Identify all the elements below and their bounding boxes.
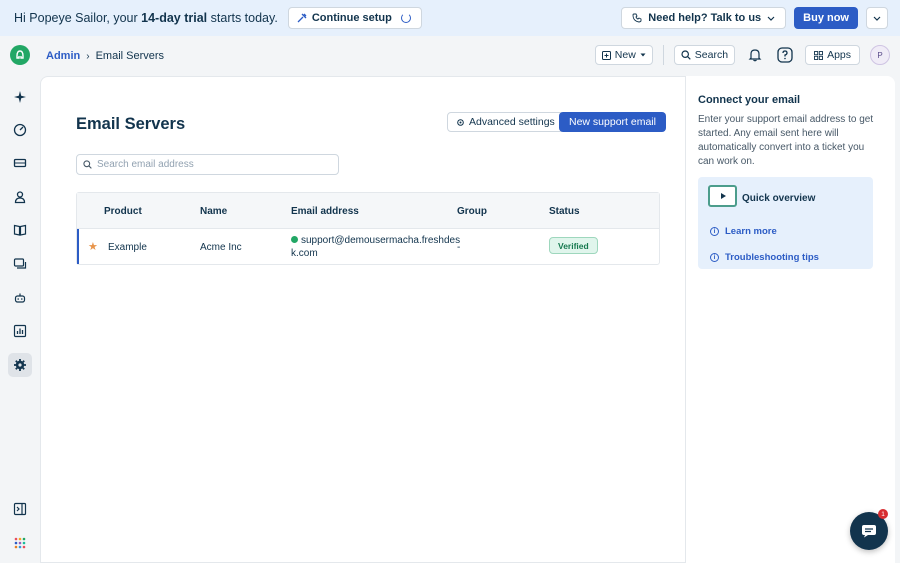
help-resources-box: Quick overview i Learn more i Troublesho… xyxy=(698,177,873,269)
search-icon xyxy=(83,160,92,169)
advanced-settings-button[interactable]: Advanced settings xyxy=(447,112,564,132)
learn-more-link[interactable]: i Learn more xyxy=(710,226,777,237)
column-header-name: Name xyxy=(200,206,228,217)
tickets-icon[interactable] xyxy=(8,151,32,175)
chat-badge-count: 1 xyxy=(881,510,885,518)
avatar-initial: P xyxy=(877,50,883,60)
dashboard-icon[interactable] xyxy=(8,118,32,142)
talk-to-us-button[interactable]: Need help? Talk to us xyxy=(621,7,787,29)
talk-to-us-label: Need help? Talk to us xyxy=(648,12,762,24)
breadcrumb-current: Email Servers xyxy=(95,50,165,62)
cell-name: Acme Inc xyxy=(200,242,242,253)
caret-down-icon xyxy=(640,53,646,57)
info-icon: i xyxy=(710,227,719,236)
chevron-down-icon xyxy=(767,16,775,21)
column-header-email: Email address xyxy=(291,206,359,217)
global-search-button[interactable]: Search xyxy=(673,45,736,65)
trial-banner: Hi Popeye Sailor, your 14-day trial star… xyxy=(0,0,900,36)
column-header-product: Product xyxy=(104,206,142,217)
contacts-icon[interactable] xyxy=(8,185,32,209)
primary-star-icon: ★ xyxy=(88,241,98,253)
help-panel-title: Connect your email xyxy=(698,94,801,106)
continue-setup-label: Continue setup xyxy=(311,12,392,24)
help-panel: Connect your email Enter your support em… xyxy=(685,76,895,563)
breadcrumb-separator: › xyxy=(86,50,90,62)
cell-product: Example xyxy=(108,242,147,253)
search-email-input[interactable] xyxy=(97,159,317,170)
setup-icon xyxy=(297,13,307,23)
quick-overview-link[interactable]: Quick overview xyxy=(742,193,815,204)
greeting-suffix: starts today. xyxy=(207,11,278,25)
phone-icon xyxy=(632,13,642,23)
new-button[interactable]: New xyxy=(594,45,653,65)
column-header-group: Group xyxy=(457,206,487,217)
notifications-bell-icon[interactable] xyxy=(745,45,765,65)
new-support-email-button[interactable]: New support email xyxy=(559,112,666,132)
help-icon[interactable] xyxy=(775,45,795,65)
email-search-box xyxy=(76,154,339,175)
admin-gear-icon[interactable] xyxy=(8,353,32,377)
buy-now-label: Buy now xyxy=(803,12,849,24)
apps-button[interactable]: Apps xyxy=(805,45,860,65)
expand-panel-icon[interactable] xyxy=(8,497,32,521)
troubleshooting-tips-link[interactable]: i Troubleshooting tips xyxy=(710,252,819,263)
chevron-down-icon xyxy=(873,16,881,21)
header-bar: Admin › Email Servers New Search Apps P xyxy=(40,36,900,76)
learn-more-label: Learn more xyxy=(725,226,777,237)
chat-bubble-icon xyxy=(862,525,876,538)
cell-group: - xyxy=(457,242,461,253)
cell-email: support@demousermacha.freshdes k.com xyxy=(291,234,460,260)
help-panel-description: Enter your support email address to get … xyxy=(698,114,874,167)
status-badge-label: Verified xyxy=(558,240,589,251)
apps-grid-icon xyxy=(814,50,824,60)
user-avatar[interactable]: P xyxy=(870,45,890,65)
continue-setup-button[interactable]: Continue setup xyxy=(287,7,422,29)
table-row[interactable]: ★ Example Acme Inc support@demousermacha… xyxy=(77,229,659,264)
gear-icon xyxy=(457,118,464,126)
loading-spinner-icon xyxy=(400,13,411,23)
plus-square-icon xyxy=(601,50,611,60)
search-button-label: Search xyxy=(694,49,729,61)
header-divider xyxy=(662,45,664,65)
breadcrumb: Admin › Email Servers xyxy=(46,50,164,62)
trial-message: Hi Popeye Sailor, your 14-day trial star… xyxy=(14,11,278,25)
bot-icon[interactable] xyxy=(8,286,32,310)
buy-now-button[interactable]: Buy now xyxy=(794,7,858,29)
status-badge: Verified xyxy=(549,237,598,254)
search-icon xyxy=(681,50,691,60)
greeting-prefix: Hi Popeye Sailor, your xyxy=(14,11,142,25)
reports-icon[interactable] xyxy=(8,319,32,343)
email-servers-table: Product Name Email address Group Status … xyxy=(76,192,660,265)
left-navigation xyxy=(0,36,40,563)
breadcrumb-admin-link[interactable]: Admin xyxy=(46,50,80,62)
page-title: Email Servers xyxy=(76,115,186,133)
sparkle-icon[interactable] xyxy=(8,85,32,109)
main-content: Email Servers Advanced settings New supp… xyxy=(40,76,685,563)
product-grid-icon[interactable] xyxy=(8,531,32,555)
new-button-label: New xyxy=(614,49,636,61)
table-header: Product Name Email address Group Status xyxy=(77,193,659,229)
freshdesk-logo[interactable] xyxy=(10,45,30,65)
info-icon: i xyxy=(710,253,719,262)
trial-duration: 14-day trial xyxy=(141,11,208,25)
video-play-icon[interactable] xyxy=(708,185,737,207)
email-line-2: k.com xyxy=(291,248,318,259)
apps-button-label: Apps xyxy=(827,49,851,61)
forums-icon[interactable] xyxy=(8,252,32,276)
troubleshooting-tips-label: Troubleshooting tips xyxy=(725,252,819,263)
column-header-status: Status xyxy=(549,206,580,217)
new-support-email-label: New support email xyxy=(569,116,656,128)
email-line-1: support@demousermacha.freshdes xyxy=(301,235,461,246)
cell-status: Verified xyxy=(549,237,598,254)
chat-notification-badge: 1 xyxy=(878,509,888,519)
solutions-icon[interactable] xyxy=(8,218,32,242)
email-status-dot-icon xyxy=(291,236,298,243)
advanced-settings-label: Advanced settings xyxy=(469,116,555,128)
collapse-banner-button[interactable] xyxy=(866,7,888,29)
